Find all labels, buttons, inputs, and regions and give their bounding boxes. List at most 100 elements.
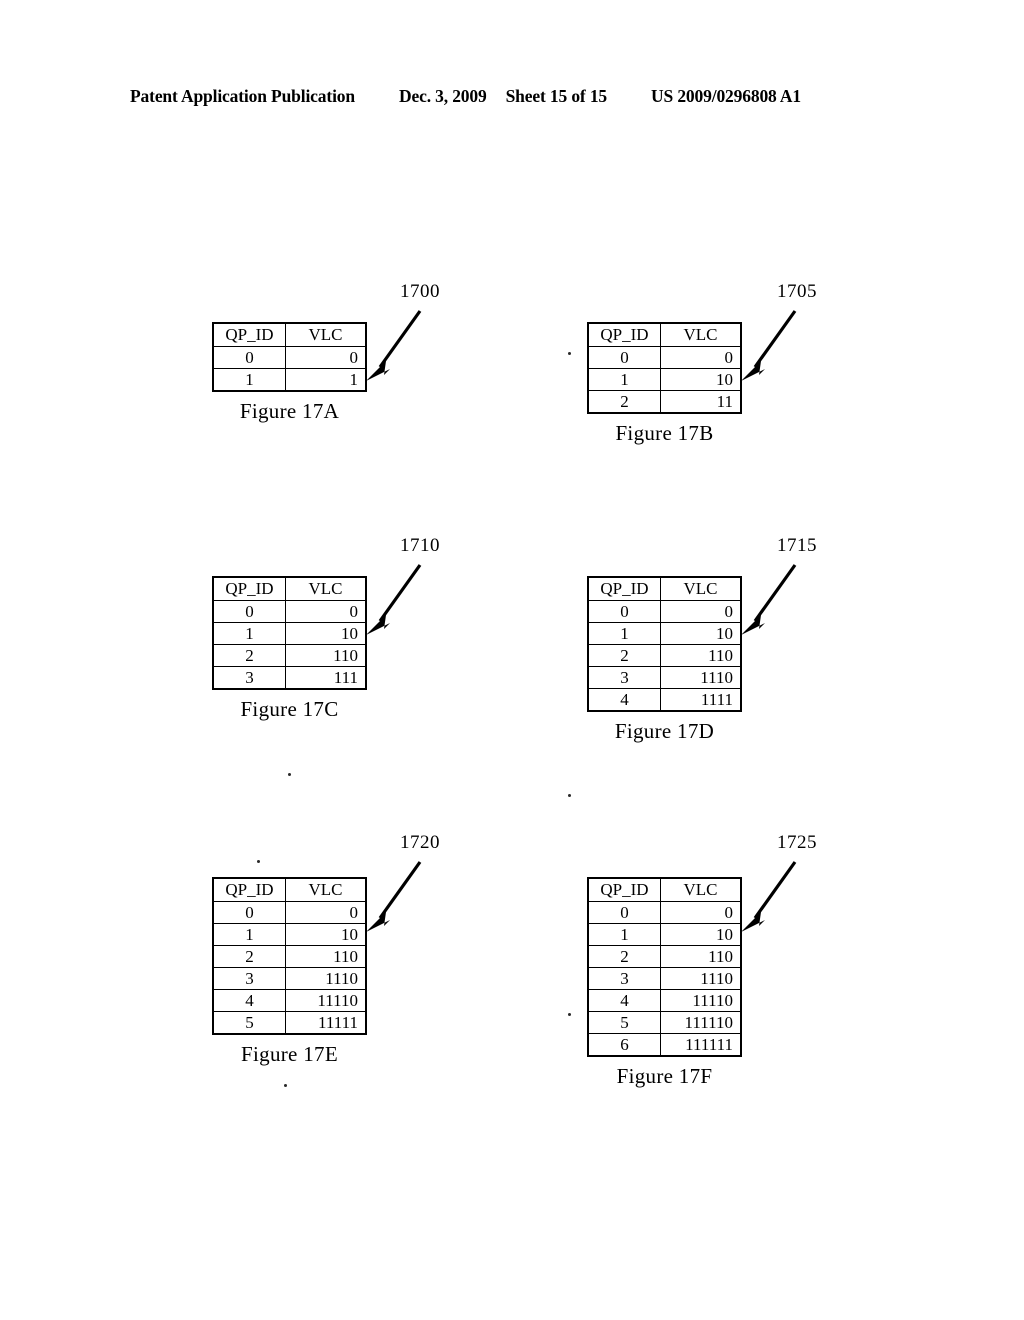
figure-caption-17f: Figure 17F [616,1064,713,1088]
cell-vlc: 10 [660,622,742,645]
cell-qp-id: 6 [587,1033,661,1057]
table-row: 3 1110 [587,666,742,689]
cell-qp-id: 1 [587,622,661,645]
arrow-graphic [741,310,797,381]
cell-vlc: 1110 [660,967,742,990]
column-header-vlc: VLC [660,322,742,347]
table-row: 1 1 [212,368,367,392]
column-header-qp-id: QP_ID [587,877,661,902]
cell-vlc: 10 [660,368,742,391]
figure-caption-17a: Figure 17A [239,399,340,423]
reference-arrow-1725 [735,856,805,936]
cell-vlc: 0 [285,901,367,924]
reference-arrow-1700 [360,305,430,385]
arrow-graphic [366,861,422,932]
column-header-vlc: VLC [660,877,742,902]
cell-qp-id: 2 [212,945,286,968]
figure-group-17e: QP_ID VLC 0 0 1 10 2 110 3 1110 4 11110 … [212,877,367,1067]
cell-qp-id: 0 [587,901,661,924]
column-header-qp-id: QP_ID [212,576,286,601]
arrow-graphic [741,564,797,635]
table-row: 3 1110 [587,967,742,990]
table-row: 4 11110 [212,989,367,1012]
column-header-vlc: VLC [285,576,367,601]
table-row: 2 110 [212,644,367,667]
cell-qp-id: 0 [587,346,661,369]
cell-qp-id: 2 [587,644,661,667]
figure-caption-17c: Figure 17C [240,697,339,721]
table-row: 4 1111 [587,688,742,712]
cell-qp-id: 2 [587,945,661,968]
vlc-table-17b: QP_ID VLC 0 0 1 10 2 11 [587,322,742,414]
table-row: 0 0 [587,901,742,924]
vlc-table-17f: QP_ID VLC 0 0 1 10 2 110 3 1110 4 11110 … [587,877,742,1057]
figure-group-17f: QP_ID VLC 0 0 1 10 2 110 3 1110 4 11110 … [587,877,742,1089]
cell-vlc: 0 [660,901,742,924]
table-row: 1 10 [587,923,742,946]
scan-speck [568,1013,571,1016]
figure-group-17c: QP_ID VLC 0 0 1 10 2 110 3 111 Figure 17… [212,576,367,722]
vlc-table-17a: QP_ID VLC 0 0 1 1 [212,322,367,392]
table-row: 1 10 [587,622,742,645]
cell-vlc: 0 [285,346,367,369]
reference-number-1705: 1705 [777,281,817,302]
table-row: 3 111 [212,666,367,690]
cell-vlc: 0 [660,600,742,623]
cell-qp-id: 2 [212,644,286,667]
arrow-graphic [741,861,797,932]
cell-vlc: 111 [285,666,367,690]
table-row: 4 11110 [587,989,742,1012]
table-row: 1 10 [212,622,367,645]
column-header-qp-id: QP_ID [587,322,661,347]
table-row: 5 111110 [587,1011,742,1034]
table-row: 0 0 [212,901,367,924]
column-header-qp-id: QP_ID [212,877,286,902]
publication-date: Dec. 3, 2009 [398,86,487,106]
table-header-row: QP_ID VLC [212,576,367,601]
cell-vlc: 10 [285,622,367,645]
cell-qp-id: 1 [212,368,286,392]
vlc-table-17d: QP_ID VLC 0 0 1 10 2 110 3 1110 4 1111 [587,576,742,712]
column-header-vlc: VLC [285,322,367,347]
table-row: 0 0 [587,346,742,369]
cell-qp-id: 1 [212,923,286,946]
cell-qp-id: 4 [587,989,661,1012]
cell-vlc: 1111 [660,688,742,712]
table-header-row: QP_ID VLC [212,322,367,347]
table-row: 1 10 [587,368,742,391]
cell-qp-id: 2 [587,390,661,414]
scan-speck [568,794,571,797]
reference-arrow-1710 [360,559,430,639]
reference-number-1710: 1710 [400,535,440,556]
cell-vlc: 0 [660,346,742,369]
cell-vlc: 110 [660,644,742,667]
cell-qp-id: 3 [587,967,661,990]
scan-speck [284,1084,287,1087]
figure-group-17a: QP_ID VLC 0 0 1 1 Figure 17A [212,322,367,424]
cell-vlc: 10 [660,923,742,946]
table-row: 0 0 [212,600,367,623]
reference-number-1725: 1725 [777,832,817,853]
cell-qp-id: 0 [212,600,286,623]
cell-vlc: 110 [285,945,367,968]
table-row: 6 111111 [587,1033,742,1057]
table-row: 0 0 [587,600,742,623]
publication-label: Patent Application Publication [130,86,355,106]
table-row: 2 110 [587,945,742,968]
table-row: 2 110 [212,945,367,968]
figure-group-17d: QP_ID VLC 0 0 1 10 2 110 3 1110 4 1111 F… [587,576,742,744]
cell-qp-id: 1 [587,368,661,391]
cell-qp-id: 5 [587,1011,661,1034]
scan-speck [568,352,571,355]
vlc-table-17c: QP_ID VLC 0 0 1 10 2 110 3 111 [212,576,367,690]
cell-qp-id: 4 [587,688,661,712]
table-row: 3 1110 [212,967,367,990]
sheet-number: Sheet 15 of 15 [505,86,608,106]
cell-vlc: 11110 [660,989,742,1012]
cell-qp-id: 3 [212,967,286,990]
reference-arrow-1720 [360,856,430,936]
table-header-row: QP_ID VLC [587,576,742,601]
cell-qp-id: 0 [587,600,661,623]
column-header-vlc: VLC [285,877,367,902]
reference-number-1715: 1715 [777,535,817,556]
